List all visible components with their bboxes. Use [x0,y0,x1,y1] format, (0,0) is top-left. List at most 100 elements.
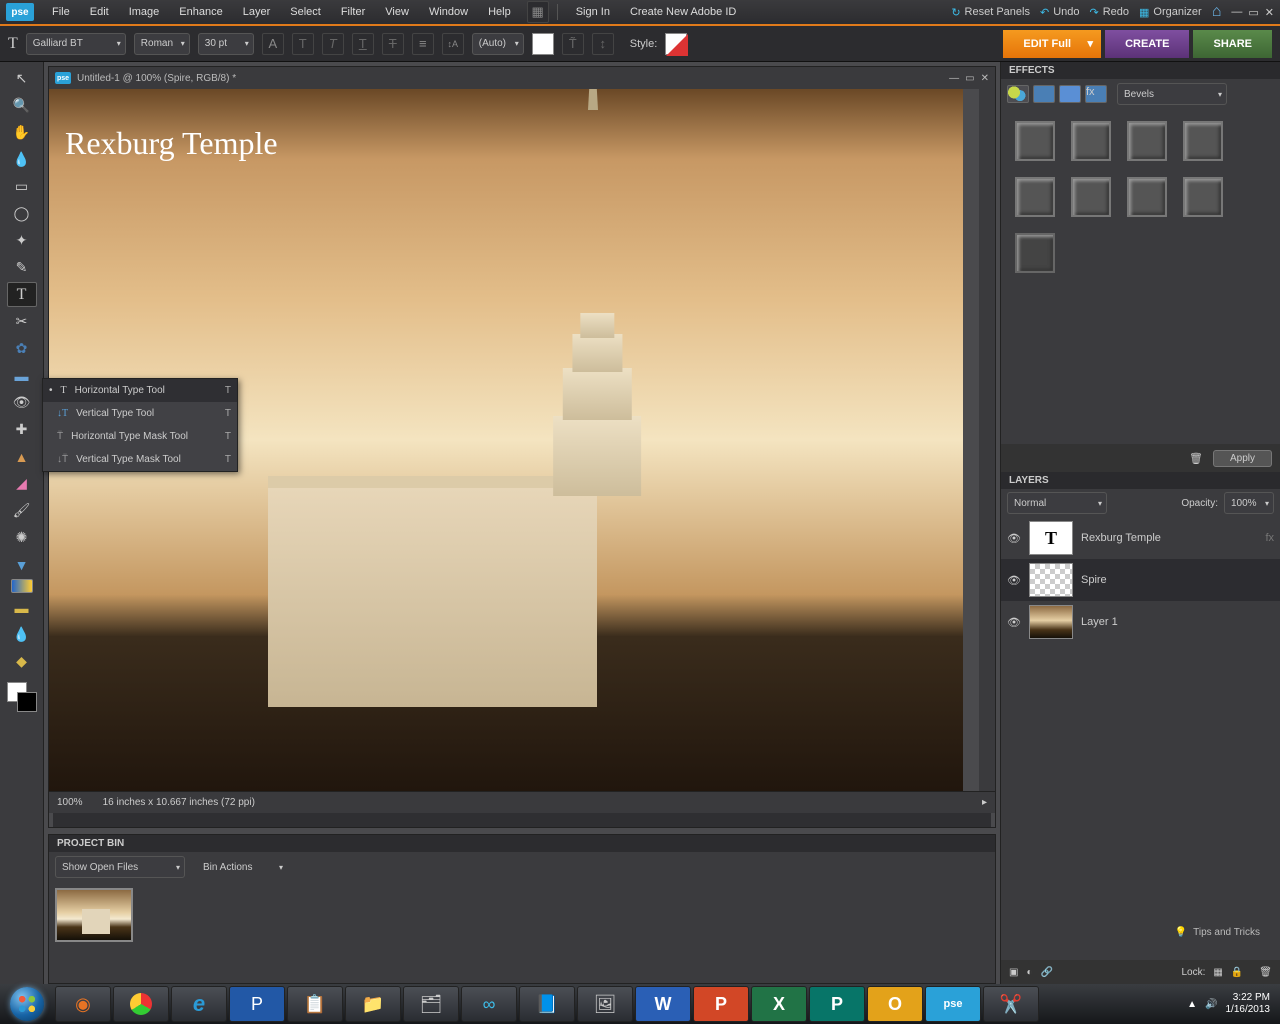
filters-icon[interactable] [1007,85,1029,103]
clock[interactable]: 3:22 PM 1/16/2013 [1226,992,1271,1016]
move-tool[interactable]: ↖ [7,66,37,91]
brush-tool[interactable]: 🖌 [7,498,37,523]
zoom-value[interactable]: 100% [57,797,83,808]
leading-icon[interactable]: ↕A [442,33,464,55]
vertical-scrollbar[interactable] [979,89,995,791]
zoom-tool[interactable]: 🔍 [7,93,37,118]
menu-image[interactable]: Image [119,2,170,22]
menu-window[interactable]: Window [419,2,478,22]
undo-button[interactable]: ↶Undo [1040,6,1080,19]
blur-tool[interactable]: 💧 [7,622,37,647]
task-powerpoint[interactable]: P [693,986,749,1022]
horizontal-scrollbar[interactable] [53,813,991,827]
menu-edit[interactable]: Edit [80,2,119,22]
task-word[interactable]: W [635,986,691,1022]
task-chrome[interactable] [113,986,169,1022]
task-snipping[interactable]: ✂️ [983,986,1039,1022]
bevel-preset[interactable] [1015,177,1055,217]
edit-full-button[interactable]: EDIT Full [1003,30,1101,58]
task-ie[interactable]: e [171,986,227,1022]
redeye-tool[interactable]: 👁 [7,390,37,415]
hand-tool[interactable]: ✋ [7,120,37,145]
clone-tool[interactable]: ▲ [7,444,37,469]
leading-dropdown[interactable]: (Auto) [472,33,524,55]
bin-thumbnail[interactable] [55,888,133,942]
bevel-preset[interactable] [1071,121,1111,161]
layer-name[interactable]: Rexburg Temple [1081,532,1161,544]
color-swatches[interactable] [7,682,37,712]
bevel-preset[interactable] [1071,177,1111,217]
task-app3[interactable]: ∞ [461,986,517,1022]
create-id-link[interactable]: Create New Adobe ID [620,2,746,22]
photo-effects-icon[interactable] [1059,85,1081,103]
system-tray[interactable]: ▲ 🔊 3:22 PM 1/16/2013 [1177,992,1280,1016]
tips-and-tricks[interactable]: 💡Tips and Tricks [1175,920,1260,944]
gradient-tool[interactable] [11,579,33,593]
apply-button[interactable]: Apply [1213,450,1272,467]
layer-styles-icon[interactable] [1033,85,1055,103]
home-icon[interactable]: ⌂ [1212,3,1222,21]
layer-name[interactable]: Layer 1 [1081,616,1118,628]
effects-tab[interactable]: EFFECTS [1001,62,1280,79]
flyout-item-horizontal-mask[interactable]: T̈Horizontal Type Mask ToolT [43,425,237,448]
flyout-item-vertical-mask[interactable]: ↓T̈Vertical Type Mask ToolT [43,448,237,471]
task-pandora[interactable]: P [229,986,285,1022]
layer-row[interactable]: 👁 Spire [1001,559,1280,601]
marquee-tool[interactable]: ▭ [7,174,37,199]
doc-minimize-icon[interactable]: — [949,73,959,84]
style-swatch[interactable] [665,33,687,55]
layer-row[interactable]: 👁 Layer 1 [1001,601,1280,643]
font-size-dropdown[interactable]: 30 pt [198,33,254,55]
visibility-icon[interactable]: 👁 [1007,574,1021,587]
text-color-swatch[interactable] [532,33,554,55]
task-pse[interactable]: pse [925,986,981,1022]
bevel-preset[interactable] [1015,121,1055,161]
blend-mode-dropdown[interactable]: Normal [1007,492,1107,514]
menu-help[interactable]: Help [478,2,521,22]
align-icon[interactable]: ≡ [412,33,434,55]
lock-pixels-icon[interactable]: ▦ [1213,967,1222,978]
crop-tool[interactable]: ✂ [7,309,37,334]
redo-button[interactable]: ↷Redo [1089,6,1129,19]
flyout-item-horizontal-type[interactable]: •THorizontal Type ToolT [43,379,237,402]
bevel-preset[interactable] [1015,233,1055,273]
layer-thumbnail[interactable] [1029,605,1073,639]
task-app1[interactable]: 📋 [287,986,343,1022]
underline-icon[interactable]: T [352,33,374,55]
flyout-item-vertical-type[interactable]: ↓TVertical Type ToolT [43,402,237,425]
warp-text-icon[interactable]: T̃ [562,33,584,55]
cookie-cutter-tool[interactable]: ✿ [7,336,37,361]
task-app4[interactable]: 📘 [519,986,575,1022]
share-button[interactable]: SHARE [1193,30,1272,58]
doc-restore-icon[interactable]: ▭ [965,73,974,84]
bevel-preset[interactable] [1183,177,1223,217]
delete-layer-icon[interactable]: 🗑 [1259,967,1272,978]
healing-tool[interactable]: ✚ [7,417,37,442]
close-icon[interactable]: ✕ [1265,6,1274,19]
bevel-preset[interactable] [1127,121,1167,161]
menu-filter[interactable]: Filter [331,2,375,22]
show-files-dropdown[interactable]: Show Open Files [55,856,185,878]
signin-link[interactable]: Sign In [566,2,620,22]
lock-all-icon[interactable]: 🔒 [1231,967,1243,978]
opacity-dropdown[interactable]: 100% [1224,492,1274,514]
quick-select-tool[interactable]: ✎ [7,255,37,280]
menu-view[interactable]: View [375,2,419,22]
task-firefox[interactable]: ◉ [55,986,111,1022]
font-family-dropdown[interactable]: Galliard BT [26,33,126,55]
task-excel[interactable]: X [751,986,807,1022]
visibility-icon[interactable]: 👁 [1007,532,1021,545]
doc-close-icon[interactable]: ✕ [981,73,989,84]
menu-layer[interactable]: Layer [233,2,281,22]
layer-row[interactable]: 👁 T Rexburg Temple fx [1001,517,1280,559]
tray-volume-icon[interactable]: 🔊 [1205,999,1217,1010]
sponge-tool[interactable]: ◆ [7,649,37,674]
task-explorer[interactable]: 📁 [345,986,401,1022]
visibility-icon[interactable]: 👁 [1007,616,1021,629]
task-outlook[interactable]: O [867,986,923,1022]
adjustment-icon[interactable]: ◐ [1026,967,1032,978]
arrange-icon[interactable]: ▦ [527,1,549,23]
restore-icon[interactable]: ▭ [1248,6,1258,19]
menu-select[interactable]: Select [280,2,331,22]
link-icon[interactable]: fx [1265,532,1274,544]
